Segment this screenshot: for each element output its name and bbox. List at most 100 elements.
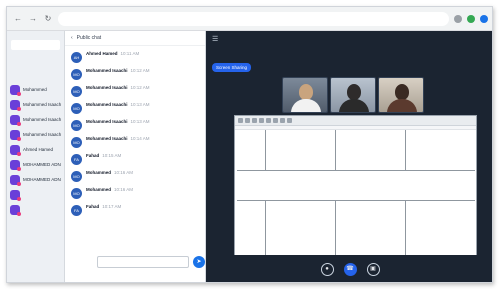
author-name: Fahad [86, 204, 100, 209]
chat-message-body: Fahad 10:15 AM [86, 153, 121, 165]
toolbar-icon[interactable] [287, 118, 292, 123]
chat-message-author: Mohammed 10:16 AM [86, 187, 133, 192]
toolbar-icon[interactable] [252, 118, 257, 123]
table-border [405, 200, 406, 255]
sidebar-user[interactable]: MOHAMMED ADNAN [7, 157, 64, 172]
sidebar-user-name: Mohammed Isaach [23, 102, 61, 107]
extension-icon[interactable] [467, 14, 475, 23]
chat-title: Public chat [76, 35, 102, 41]
chat-message: MO Mohammed Isaachi 10:14 AM [65, 134, 206, 151]
chat-message-body: Fahad 10:17 AM [86, 204, 121, 216]
chat-message-time: 10:15 AM [102, 153, 122, 158]
chat-message-time: 10:16 AM [114, 170, 134, 175]
table-border [405, 130, 406, 170]
meeting-controls: ● ☎ ▣ [206, 263, 492, 276]
chevron-left-icon[interactable]: ‹ [71, 35, 73, 41]
author-name: Ahmed Hamed [86, 51, 118, 56]
chat-message-time: 10:12 AM [130, 68, 150, 73]
table-border [335, 130, 336, 170]
sidebar-user[interactable]: Mohammed [7, 82, 64, 97]
chat-input[interactable] [97, 256, 189, 268]
sidebar-user-name: MOHAMMED ADNAN [23, 162, 61, 167]
sidebar-user[interactable]: Mohammed Isaach [7, 112, 64, 127]
chat-message-author: Fahad 10:17 AM [86, 204, 121, 209]
chat-message-body: Mohammed 10:16 AM [86, 170, 133, 182]
toolbar-icon[interactable] [273, 118, 278, 123]
participant-video[interactable] [282, 77, 328, 113]
avatar: MO [71, 103, 82, 114]
extension-icon[interactable] [454, 14, 462, 23]
profile-icon[interactable] [480, 14, 488, 23]
toolbar-icon[interactable] [280, 118, 285, 123]
chat-message-time: 10:11 AM [120, 51, 140, 56]
participant-video[interactable] [378, 77, 424, 113]
avatar: MO [71, 120, 82, 131]
author-name: Mohammed Isaachi [86, 136, 128, 141]
send-button[interactable]: ➤ [193, 256, 205, 268]
forward-icon[interactable]: → [28, 14, 38, 24]
chat-message: FA Fahad 10:15 AM [65, 151, 206, 168]
chat-message: MO Mohammed 10:16 AM [65, 185, 206, 202]
chat-message-list[interactable]: AH Ahmed Hamed 10:11 AM MO Mohammed Isaachi 1… [65, 49, 206, 267]
sidebar-user-name: MOHAMMED ADNAN [23, 177, 61, 182]
chat-message: FA Fahad 10:17 AM [65, 202, 206, 219]
sidebar-user-name: Mohammed [23, 87, 47, 92]
avatar [10, 159, 21, 171]
chat-message-body: Mohammed 10:16 AM [86, 187, 133, 199]
sidebar-user[interactable]: Mohammed Isaach [7, 97, 64, 112]
author-name: Mohammed Isaachi [86, 68, 128, 73]
author-name: Mohammed Isaachi [86, 85, 128, 90]
avatar [10, 174, 21, 186]
sidebar-user[interactable] [7, 187, 64, 202]
chat-message-body: Mohammed Isaachi 10:14 AM [86, 136, 150, 148]
table-border [335, 200, 336, 255]
chat-message-time: 10:12 AM [130, 85, 150, 90]
author-name: Mohammed Isaachi [86, 119, 128, 124]
toolbar-icon[interactable] [266, 118, 271, 123]
document-toolbar [235, 116, 476, 126]
avatar: FA [71, 154, 82, 165]
avatar [10, 189, 21, 201]
chat-message-time: 10:16 AM [114, 187, 134, 192]
author-name: Mohammed Isaachi [86, 102, 128, 107]
chat-message-body: Ahmed Hamed 10:11 AM [86, 51, 139, 63]
reload-icon[interactable]: ↻ [43, 14, 53, 24]
phone-icon[interactable]: ☎ [343, 263, 357, 276]
toolbar-icon[interactable] [259, 118, 264, 123]
chat-message: MO Mohammed Isaachi 10:13 AM [65, 117, 206, 134]
chat-message-body: Mohammed Isaachi 10:12 AM [86, 68, 150, 80]
chat-message-author: Mohammed Isaachi 10:14 AM [86, 136, 150, 141]
avatar: MO [71, 171, 82, 182]
chat-message-body: Mohammed Isaachi 10:13 AM [86, 119, 150, 131]
chat-message-body: Mohammed Isaachi 10:13 AM [86, 102, 150, 114]
avatar [10, 84, 21, 96]
back-icon[interactable]: ← [13, 14, 23, 24]
app-window: ← → ↻ Mohammed Mohammed Isaach Mohammed … [6, 6, 493, 283]
meeting-area: ☰ Screen Sharing ● ☎ ▣ [206, 31, 492, 282]
author-name: Mohammed [86, 170, 112, 175]
avatar [10, 114, 21, 126]
avatar: FA [71, 205, 82, 216]
avatar: MO [71, 69, 82, 80]
table-border [237, 200, 475, 201]
screen-sharing-badge[interactable]: Screen Sharing [212, 63, 252, 72]
sidebar-user[interactable] [7, 202, 64, 217]
sidebar-user[interactable]: Mohammed Isaach [7, 127, 64, 142]
sidebar-user-name: Mohammed Isaach [23, 132, 61, 137]
sidebar-user[interactable]: MOHAMMED ADNAN [7, 172, 64, 187]
avatar [10, 99, 21, 111]
camera-icon[interactable]: ▣ [366, 263, 380, 276]
toolbar-icon[interactable] [245, 118, 250, 123]
sidebar-active-item[interactable] [11, 40, 60, 50]
sidebar-user[interactable]: Ahmed Hamed [7, 142, 64, 157]
avatar [10, 204, 21, 216]
address-bar[interactable] [58, 11, 449, 26]
chat-message-author: Ahmed Hamed 10:11 AM [86, 51, 139, 56]
toolbar-icon[interactable] [238, 118, 243, 123]
sidebar-user-name: Ahmed Hamed [23, 147, 54, 152]
chat-message: MO Mohammed 10:16 AM [65, 168, 206, 185]
shared-document[interactable] [234, 115, 477, 255]
sidebar-section-label [7, 31, 64, 38]
participant-video[interactable] [330, 77, 376, 113]
microphone-icon[interactable]: ● [320, 263, 334, 276]
